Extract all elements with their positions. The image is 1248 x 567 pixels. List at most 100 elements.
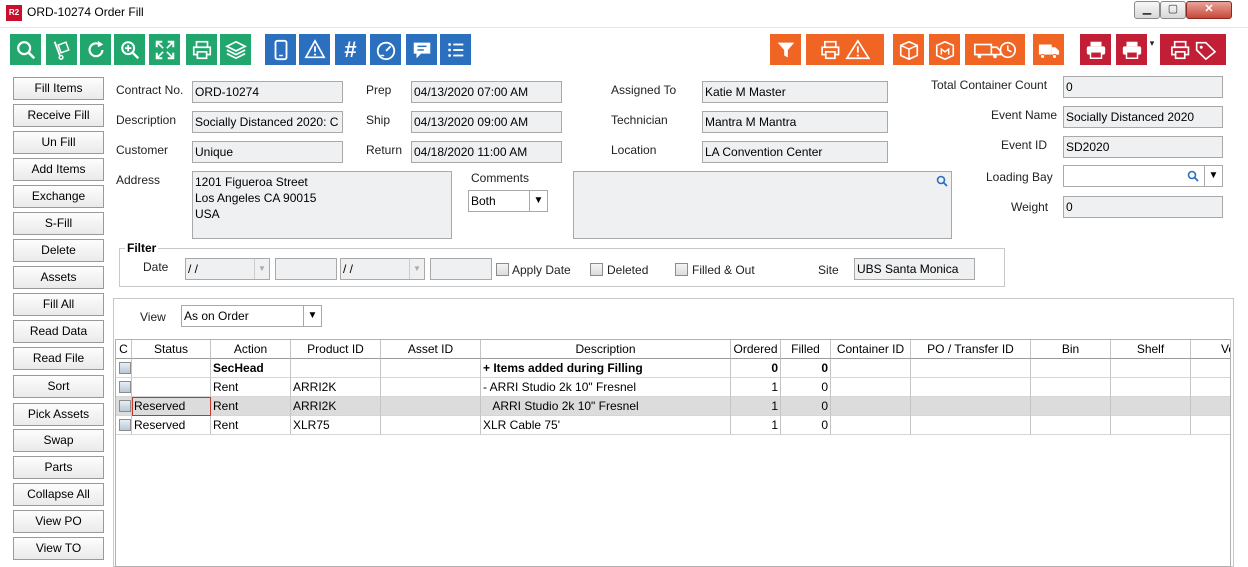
row-check-cell[interactable] <box>116 359 132 378</box>
column-header-status[interactable]: Status <box>132 340 211 359</box>
date-to-field[interactable]: / / ▼ <box>340 258 425 280</box>
row-checkbox[interactable] <box>119 362 131 374</box>
bin-cell[interactable] <box>1031 416 1111 435</box>
container-id-cell[interactable] <box>831 378 911 397</box>
filled-cell[interactable]: 0 <box>781 397 831 416</box>
s-fill-button[interactable]: S-Fill <box>13 212 104 235</box>
po-transfer-id-cell[interactable] <box>911 397 1031 416</box>
column-header-action[interactable]: Action <box>211 340 291 359</box>
description-cell[interactable]: + Items added during Filling <box>481 359 731 378</box>
chevron-down-icon[interactable]: ▼ <box>1204 166 1222 186</box>
chevron-down-icon[interactable]: ▼ <box>303 306 321 326</box>
print-warning-button[interactable] <box>806 34 884 65</box>
event-id-field[interactable]: SD2020 <box>1063 136 1223 158</box>
warning-eye-button[interactable] <box>299 34 330 65</box>
fill-all-button[interactable]: Fill All <box>13 293 104 316</box>
column-header-c[interactable]: C <box>116 340 132 359</box>
shelf-cell[interactable] <box>1111 397 1191 416</box>
bin-cell[interactable] <box>1031 378 1111 397</box>
print-button[interactable] <box>186 34 217 65</box>
view-po-button[interactable]: View PO <box>13 510 104 533</box>
date-from-field[interactable]: / / ▼ <box>185 258 270 280</box>
collapse-all-button[interactable]: Collapse All <box>13 483 104 506</box>
hash-button[interactable]: # <box>335 34 366 65</box>
ordered-cell[interactable]: 1 <box>731 397 781 416</box>
action-cell[interactable]: Rent <box>211 378 291 397</box>
comments-field[interactable] <box>573 171 952 239</box>
column-header-container-id[interactable]: Container ID <box>831 340 911 359</box>
column-header-product-id[interactable]: Product ID <box>291 340 381 359</box>
receive-fill-button[interactable]: Receive Fill <box>13 104 104 127</box>
ve-cell[interactable] <box>1191 416 1230 435</box>
action-cell[interactable]: Rent <box>211 397 291 416</box>
ve-cell[interactable] <box>1191 378 1230 397</box>
filled-cell[interactable]: 0 <box>781 359 831 378</box>
action-cell[interactable]: Rent <box>211 416 291 435</box>
row-checkbox[interactable] <box>119 381 131 393</box>
gauge-button[interactable] <box>370 34 401 65</box>
column-header-asset-id[interactable]: Asset ID <box>381 340 481 359</box>
swap-button[interactable]: Swap <box>13 429 104 452</box>
return-field[interactable]: 04/18/2020 11:00 AM <box>411 141 562 163</box>
close-button[interactable]: ✕ <box>1186 1 1232 19</box>
read-file-button[interactable]: Read File <box>13 347 104 370</box>
contract-no-field[interactable]: ORD-10274 <box>192 81 343 103</box>
row-check-cell[interactable] <box>116 397 132 416</box>
comment-button[interactable] <box>406 34 437 65</box>
comments-select[interactable]: Both ▼ <box>468 190 548 212</box>
product-id-cell[interactable]: XLR75 <box>291 416 381 435</box>
address-field[interactable]: 1201 Figueroa Street Los Angeles CA 9001… <box>192 171 452 239</box>
shelf-cell[interactable] <box>1111 378 1191 397</box>
ve-cell[interactable] <box>1191 397 1230 416</box>
row-checkbox[interactable] <box>119 400 131 412</box>
sort-button[interactable]: Sort <box>13 375 104 398</box>
action-cell[interactable]: SecHead <box>211 359 291 378</box>
row-check-cell[interactable] <box>116 416 132 435</box>
column-header-description[interactable]: Description <box>481 340 731 359</box>
ship-field[interactable]: 04/13/2020 09:00 AM <box>411 111 562 133</box>
ordered-cell[interactable]: 0 <box>731 359 781 378</box>
status-cell[interactable]: Reserved <box>132 416 211 435</box>
weight-field[interactable]: 0 <box>1063 196 1223 218</box>
read-data-button[interactable]: Read Data <box>13 320 104 343</box>
search-icon[interactable] <box>936 175 948 187</box>
description-cell[interactable]: XLR Cable 75' <box>481 416 731 435</box>
parts-button[interactable]: Parts <box>13 456 104 479</box>
container-id-cell[interactable] <box>831 416 911 435</box>
search-icon[interactable] <box>1187 170 1199 182</box>
total-container-count-field[interactable]: 0 <box>1063 76 1223 98</box>
box-button[interactable] <box>893 34 924 65</box>
filled-out-checkbox[interactable] <box>675 263 688 276</box>
search-button[interactable] <box>10 34 41 65</box>
description-field[interactable]: Socially Distanced 2020: C <box>192 111 343 133</box>
filled-cell[interactable]: 0 <box>781 416 831 435</box>
print-tag-button[interactable] <box>1160 34 1226 65</box>
status-cell[interactable] <box>132 378 211 397</box>
column-header-po-transfer-id[interactable]: PO / Transfer ID <box>911 340 1031 359</box>
shelf-cell[interactable] <box>1111 359 1191 378</box>
printer-dropdown-button[interactable] <box>1116 34 1147 65</box>
assigned-to-field[interactable]: Katie M Master <box>702 81 888 103</box>
location-field[interactable]: LA Convention Center <box>702 141 888 163</box>
assets-button[interactable]: Assets <box>13 266 104 289</box>
view-select[interactable]: As on Order ▼ <box>181 305 322 327</box>
column-header-bin[interactable]: Bin <box>1031 340 1111 359</box>
chevron-down-icon[interactable]: ▼ <box>409 259 424 279</box>
list-button[interactable] <box>440 34 471 65</box>
event-name-field[interactable]: Socially Distanced 2020 <box>1063 106 1223 128</box>
column-header-shelf[interactable]: Shelf <box>1111 340 1191 359</box>
delete-button[interactable]: Delete <box>13 239 104 262</box>
po-transfer-id-cell[interactable] <box>911 416 1031 435</box>
printer-dropdown-arrow[interactable]: ▾ <box>1148 38 1156 62</box>
minimize-button[interactable]: ▁ <box>1134 1 1160 19</box>
asset-id-cell[interactable] <box>381 397 481 416</box>
site-field[interactable]: UBS Santa Monica <box>854 258 975 280</box>
chevron-down-icon[interactable]: ▼ <box>529 191 547 211</box>
exchange-button[interactable]: Exchange <box>13 185 104 208</box>
status-cell[interactable]: Reserved <box>132 397 211 416</box>
status-cell[interactable] <box>132 359 211 378</box>
tablet-button[interactable] <box>265 34 296 65</box>
row-checkbox[interactable] <box>119 419 131 431</box>
ordered-cell[interactable]: 1 <box>731 416 781 435</box>
pick-assets-button[interactable]: Pick Assets <box>13 403 104 426</box>
